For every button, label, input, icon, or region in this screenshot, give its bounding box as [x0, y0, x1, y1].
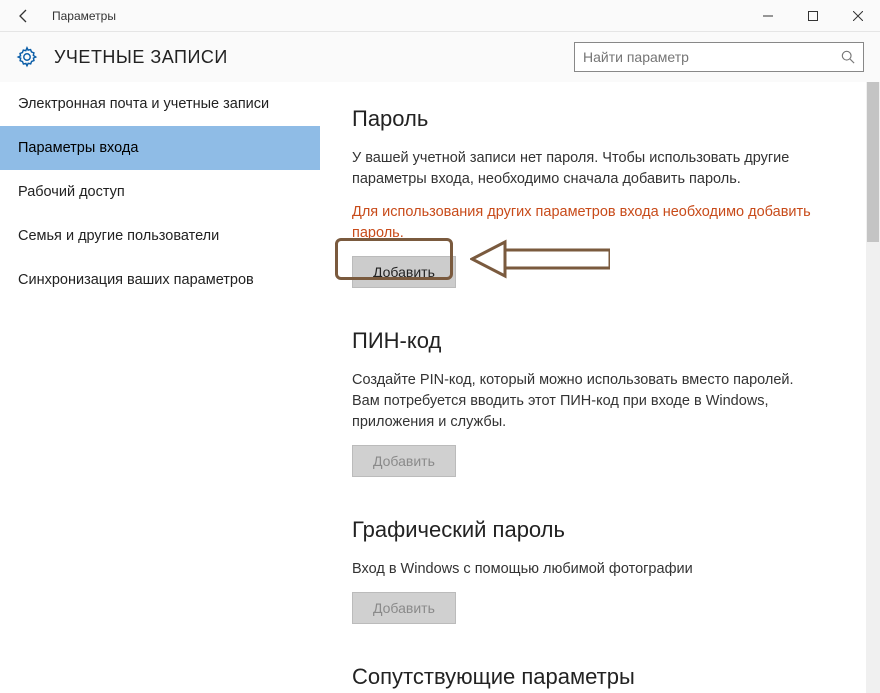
section-picture-title: Графический пароль [352, 517, 822, 543]
gear-icon [16, 46, 38, 68]
add-picture-button[interactable]: Добавить [352, 592, 456, 624]
maximize-button[interactable] [790, 0, 835, 32]
minimize-icon [763, 11, 773, 21]
sidebar-item-sync[interactable]: Синхронизация ваших параметров [0, 258, 320, 302]
page-title: УЧЕТНЫЕ ЗАПИСИ [54, 47, 574, 68]
section-pin-title: ПИН-код [352, 328, 822, 354]
scrollbar-thumb[interactable] [867, 82, 879, 242]
titlebar: Параметры [0, 0, 880, 32]
section-related-title: Сопутствующие параметры [352, 664, 822, 690]
section-password-title: Пароль [352, 106, 822, 132]
window-title: Параметры [48, 9, 745, 23]
close-button[interactable] [835, 0, 880, 32]
maximize-icon [808, 11, 818, 21]
back-button[interactable] [0, 0, 48, 32]
minimize-button[interactable] [745, 0, 790, 32]
content-area: Пароль У вашей учетной записи нет пароля… [320, 82, 880, 693]
arrow-left-icon [16, 8, 32, 24]
section-password-warn: Для использования других параметров вход… [352, 202, 822, 244]
section-related: Сопутствующие параметры [352, 664, 822, 690]
window-controls [745, 0, 880, 32]
section-pin: ПИН-код Создайте PIN-код, который можно … [352, 328, 822, 477]
section-picture-desc: Вход в Windows с помощью любимой фотогра… [352, 559, 822, 580]
sidebar: Электронная почта и учетные записи Парам… [0, 82, 320, 693]
search-box[interactable] [574, 42, 864, 72]
sidebar-item-family[interactable]: Семья и другие пользователи [0, 214, 320, 258]
header: УЧЕТНЫЕ ЗАПИСИ [0, 32, 880, 82]
sidebar-item-email[interactable]: Электронная почта и учетные записи [0, 82, 320, 126]
sidebar-item-signin[interactable]: Параметры входа [0, 126, 320, 170]
body: Электронная почта и учетные записи Парам… [0, 82, 880, 693]
search-icon [833, 50, 863, 64]
section-password-desc: У вашей учетной записи нет пароля. Чтобы… [352, 148, 822, 190]
section-pin-desc: Создайте PIN-код, который можно использо… [352, 370, 822, 433]
section-picture: Графический пароль Вход в Windows с помо… [352, 517, 822, 624]
search-input[interactable] [575, 45, 833, 69]
sidebar-item-work[interactable]: Рабочий доступ [0, 170, 320, 214]
add-pin-button[interactable]: Добавить [352, 445, 456, 477]
section-password: Пароль У вашей учетной записи нет пароля… [352, 106, 822, 288]
add-password-button[interactable]: Добавить [352, 256, 456, 288]
close-icon [853, 11, 863, 21]
